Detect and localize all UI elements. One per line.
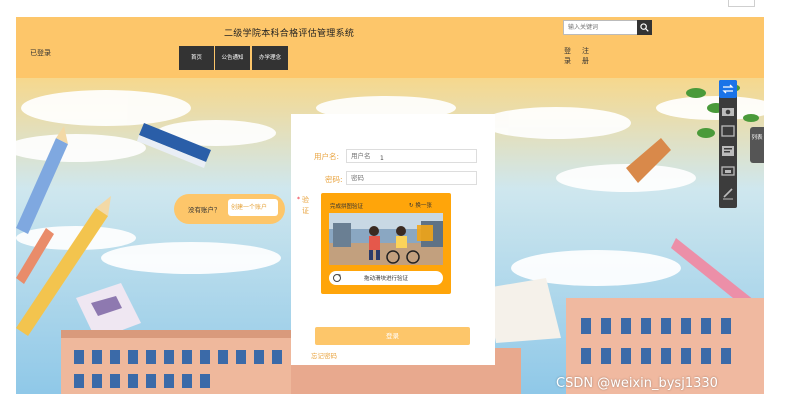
toolbar-camera-button[interactable]: [719, 102, 737, 120]
login-card: 用户名: 1 密码: * 验证 完成拼图验证 ↻ 换一张: [291, 114, 495, 365]
forgot-password-link[interactable]: 忘记密码: [311, 350, 337, 360]
no-account-label: 没有账户？: [188, 206, 221, 214]
refresh-icon: ↻: [409, 203, 414, 209]
nav-home[interactable]: 首页: [179, 46, 214, 70]
slider-instruction: 拖动滑块进行验证: [363, 276, 408, 282]
search-icon: [640, 23, 649, 32]
nav-philosophy[interactable]: 办学理念: [252, 46, 288, 70]
login-button[interactable]: 登录: [315, 327, 470, 345]
nav-notice[interactable]: 公告通知: [215, 46, 250, 70]
toolbar-screenshot-button[interactable]: [719, 162, 737, 180]
screenshot-icon: [721, 166, 735, 176]
site-header: 二级学院本科合格评估管理系统 已登录 首页 公告通知 办学理念 登录 注册: [16, 17, 764, 78]
floating-toolbar: [719, 80, 737, 208]
pen-icon: [723, 188, 733, 200]
toolbar-pen-button[interactable]: [719, 184, 737, 202]
captcha-refresh-label: 换一张: [415, 203, 432, 209]
username-label: 用户名:: [314, 152, 340, 161]
captcha-refresh-button[interactable]: ↻ 换一张: [409, 201, 432, 209]
brand-logo-text[interactable]: 已登录: [30, 48, 51, 58]
toolbar-switch-button[interactable]: [719, 80, 737, 98]
watermark-text: CSDN @weixin_bysj1330: [556, 376, 718, 391]
captcha-label-text: 验证: [302, 196, 309, 215]
search-input[interactable]: [563, 20, 638, 35]
text-extract-icon: [722, 146, 734, 156]
captcha-title: 完成拼图验证: [330, 204, 364, 210]
username-input[interactable]: [346, 149, 477, 163]
no-account-panel: 没有账户？ 创建一个账户: [174, 194, 285, 224]
app-root: 二级学院本科合格评估管理系统 已登录 首页 公告通知 办学理念 登录 注册: [16, 17, 764, 394]
password-label: 密码:: [325, 175, 343, 184]
toolbar-text-button[interactable]: [719, 142, 737, 160]
switch-icon: [722, 84, 734, 94]
window-corner-decoration: [728, 0, 755, 7]
browser-viewport: 二级学院本科合格评估管理系统 已登录 首页 公告通知 办学理念 登录 注册: [0, 0, 789, 405]
search-button[interactable]: [637, 20, 652, 35]
password-input[interactable]: [346, 171, 477, 185]
window-icon: [721, 125, 735, 137]
register-link[interactable]: 注册: [582, 46, 590, 66]
login-link[interactable]: 登录: [564, 46, 572, 66]
text-cursor-mark: 1: [380, 155, 384, 162]
list-side-tab[interactable]: 列表: [750, 127, 764, 163]
toolbar-window-button[interactable]: [719, 122, 737, 140]
captcha-slider-track[interactable]: 拖动滑块进行验证: [329, 271, 443, 285]
required-mark: *: [297, 196, 300, 203]
captcha-label: * 验证: [297, 195, 310, 217]
slider-captcha: 完成拼图验证 ↻ 换一张 拖动滑块进行验证: [321, 193, 451, 294]
create-account-button[interactable]: 创建一个账户: [228, 199, 278, 216]
captcha-artwork: [329, 213, 443, 265]
site-title: 二级学院本科合格评估管理系统: [224, 29, 355, 39]
camera-icon: [722, 108, 734, 116]
captcha-puzzle-image: [329, 213, 443, 265]
